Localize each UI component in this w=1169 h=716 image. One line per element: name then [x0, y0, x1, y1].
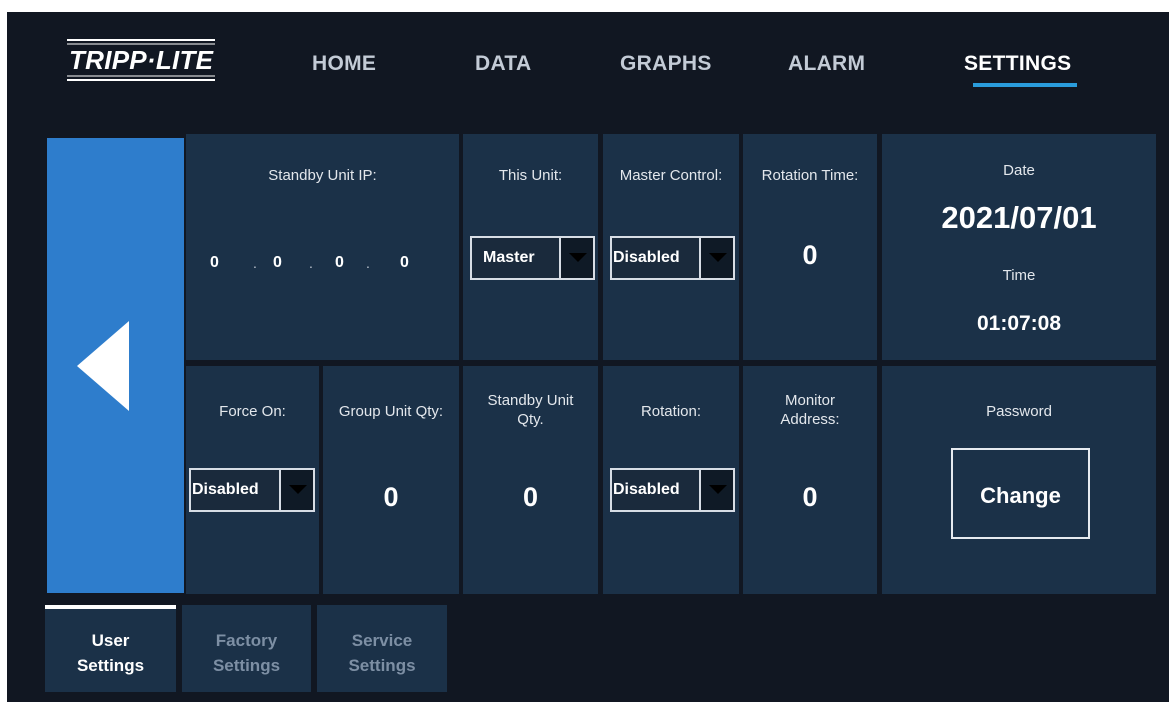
- this-unit-value: Master: [483, 249, 535, 266]
- rotation-value: Disabled: [613, 481, 680, 498]
- group-unit-qty-tile: Group Unit Qty: 0: [323, 366, 459, 594]
- ip-dot-1: .: [253, 255, 257, 271]
- change-password-label: Change: [980, 483, 1061, 508]
- nav-home[interactable]: HOME: [312, 52, 376, 76]
- ip-octet-2[interactable]: 0: [273, 254, 282, 272]
- group-unit-qty-label: Group Unit Qty:: [338, 403, 444, 420]
- ip-dot-2: .: [309, 255, 313, 271]
- this-unit-dropdown[interactable]: Master: [470, 236, 595, 280]
- master-control-label: Master Control:: [619, 167, 723, 184]
- master-control-tile: Master Control: Disabled: [603, 134, 739, 360]
- tab-factory-settings-line2: Settings: [212, 656, 281, 675]
- standby-unit-qty-label-1: Standby Unit: [487, 392, 574, 409]
- date-label: Date: [1003, 162, 1035, 179]
- left-triangle-icon: [77, 321, 129, 411]
- caret-down-icon: [709, 485, 727, 494]
- tab-service-settings[interactable]: Service Settings: [317, 605, 447, 692]
- monitor-address-label-2: Address:: [780, 411, 840, 428]
- tab-service-settings-line2: Settings: [348, 656, 416, 675]
- standby-unit-qty-tile: Standby Unit Qty. 0: [463, 366, 598, 594]
- force-on-tile: Force On: Disabled: [186, 366, 319, 594]
- tab-factory-settings-line1: Factory: [215, 631, 278, 650]
- tab-factory-settings[interactable]: Factory Settings: [182, 605, 311, 692]
- change-password-button[interactable]: Change: [951, 448, 1090, 539]
- standby-unit-qty-label-2: Qty.: [517, 411, 544, 428]
- nav-settings[interactable]: SETTINGS: [964, 52, 1071, 76]
- caret-down-icon: [709, 253, 727, 262]
- force-on-value: Disabled: [192, 481, 259, 498]
- force-on-dropdown-button[interactable]: [279, 470, 313, 510]
- rotation-tile: Rotation: Disabled: [603, 366, 739, 594]
- ip-octet-3[interactable]: 0: [335, 254, 344, 272]
- master-control-dropdown-button[interactable]: [699, 238, 733, 278]
- monitor-address-label-1: Monitor: [784, 392, 836, 409]
- ip-octet-1[interactable]: 0: [210, 254, 219, 272]
- tab-user-settings-label: User Settings: [45, 628, 176, 678]
- group-unit-qty-value[interactable]: 0: [323, 482, 459, 513]
- tab-factory-settings-label: Factory Settings: [182, 628, 311, 678]
- this-unit-tile: This Unit: Master: [463, 134, 598, 360]
- tab-service-settings-label: Service Settings: [317, 628, 447, 678]
- tab-user-settings-line2: Settings: [76, 656, 145, 675]
- rotation-dropdown-button[interactable]: [699, 470, 733, 510]
- rotation-label: Rotation:: [640, 403, 702, 420]
- standby-unit-ip-label: Standby Unit IP:: [268, 167, 377, 184]
- caret-down-icon: [289, 485, 307, 494]
- tab-service-settings-line1: Service: [351, 631, 413, 650]
- time-value[interactable]: 01:07:08: [882, 312, 1156, 336]
- ip-dot-3: .: [366, 255, 370, 271]
- tab-active-indicator: [45, 605, 176, 609]
- master-control-dropdown[interactable]: Disabled: [610, 236, 735, 280]
- nav-data[interactable]: DATA: [475, 52, 531, 76]
- logo-text: TRIPP·LITE: [69, 45, 214, 75]
- master-control-value: Disabled: [613, 249, 680, 266]
- nav-active-indicator: [973, 83, 1077, 87]
- standby-unit-qty-value[interactable]: 0: [463, 482, 598, 513]
- caret-down-icon: [569, 253, 587, 262]
- tripp-lite-logo: TRIPP·LITE: [67, 39, 215, 81]
- password-tile: Password Change: [882, 366, 1156, 594]
- force-on-dropdown[interactable]: Disabled: [189, 468, 315, 512]
- nav-graphs[interactable]: GRAPHS: [620, 52, 712, 76]
- nav-alarm[interactable]: ALARM: [788, 52, 865, 76]
- this-unit-dropdown-button[interactable]: [559, 238, 593, 278]
- time-label: Time: [1002, 267, 1036, 284]
- back-button[interactable]: [47, 138, 184, 593]
- rotation-dropdown[interactable]: Disabled: [610, 468, 735, 512]
- date-time-tile: Date 2021/07/01 Time 01:07:08: [882, 134, 1156, 360]
- ip-octet-4[interactable]: 0: [400, 254, 409, 272]
- password-label: Password: [986, 403, 1052, 420]
- this-unit-label: This Unit:: [498, 167, 563, 184]
- rotation-time-tile: Rotation Time: 0: [743, 134, 877, 360]
- monitor-address-tile: Monitor Address: 0: [743, 366, 877, 594]
- standby-unit-ip-tile: Standby Unit IP: 0 . 0 . 0 . 0: [186, 134, 459, 360]
- tab-user-settings[interactable]: User Settings: [45, 605, 176, 692]
- date-value[interactable]: 2021/07/01: [882, 200, 1156, 236]
- monitor-address-value[interactable]: 0: [743, 482, 877, 513]
- rotation-time-value[interactable]: 0: [743, 240, 877, 271]
- rotation-time-label: Rotation Time:: [761, 167, 859, 184]
- tab-user-settings-line1: User: [91, 631, 130, 650]
- settings-screen: TRIPP·LITE HOME DATA GRAPHS ALARM SETTIN…: [7, 12, 1169, 702]
- force-on-label: Force On:: [219, 403, 286, 420]
